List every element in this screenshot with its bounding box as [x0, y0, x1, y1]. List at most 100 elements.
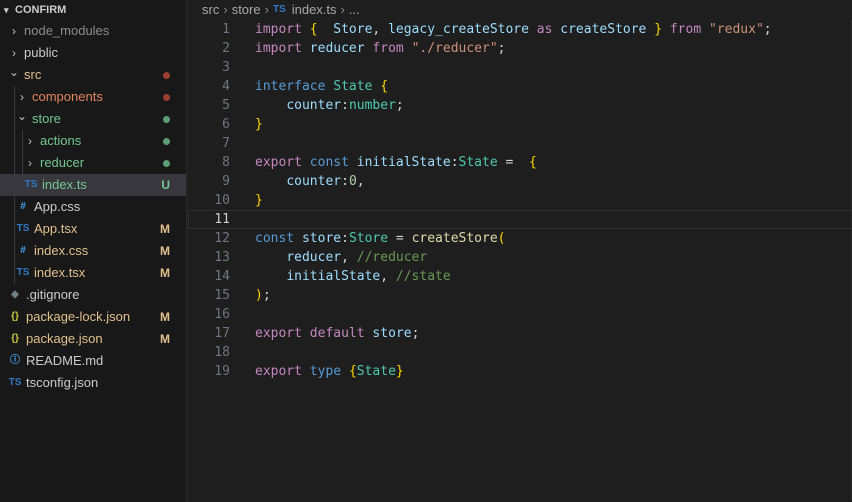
tree-file[interactable]: TS index.ts U	[0, 174, 186, 196]
code-token: legacy_createStore	[388, 22, 529, 37]
breadcrumb-src[interactable]: src	[202, 0, 219, 20]
chevron-down-icon: ▾	[4, 5, 9, 15]
code-line[interactable]: 7	[188, 134, 852, 153]
code-token: //state	[395, 269, 451, 284]
file-type-icon: #	[20, 201, 26, 212]
line-number: 18	[214, 345, 230, 360]
tree-item-label: README.md	[26, 353, 104, 368]
code-token: )	[255, 288, 263, 303]
code-token: :	[341, 174, 349, 189]
code-token: counter	[286, 174, 342, 189]
tree-folder[interactable]: › public	[0, 42, 186, 64]
code-line[interactable]: 13 reducer, //reducer	[188, 248, 852, 267]
git-status-badge: M	[160, 310, 170, 324]
tree-file[interactable]: TS tsconfig.json	[0, 372, 186, 394]
tree-folder[interactable]: ⌄ src	[0, 64, 186, 86]
code-line[interactable]: 14 initialState, //state	[188, 267, 852, 286]
code-token: =	[388, 231, 412, 246]
tree-folder[interactable]: › node_modules	[0, 20, 186, 42]
code-line[interactable]: 19 export type {State}	[188, 362, 852, 381]
code-token: ;	[395, 98, 404, 113]
tree-item-label: public	[24, 45, 58, 60]
code-line[interactable]: 4 interface State {	[188, 77, 852, 96]
code-line[interactable]: 3	[188, 58, 852, 77]
code-token: interface	[255, 79, 326, 94]
line-number: 7	[222, 136, 230, 151]
chevron-right-icon: ›	[223, 2, 228, 17]
tree-item-label: index.ts	[42, 177, 87, 192]
code-text: }	[255, 191, 263, 210]
code-token: ;	[497, 41, 506, 56]
tree-file[interactable]: # App.css	[0, 196, 186, 218]
breadcrumb-store[interactable]: store	[232, 0, 261, 20]
git-status-dot	[163, 138, 170, 145]
tree-file[interactable]: TS index.tsx M	[0, 262, 186, 284]
tree-file[interactable]: {} package-lock.json M	[0, 306, 186, 328]
tree-item-label: App.css	[34, 199, 81, 214]
vscode-window: ▾ CONFIRM › node_modules › public ⌄ src › compo…	[0, 0, 852, 502]
code-token: }	[654, 22, 663, 37]
code-line[interactable]: 9 counter:0,	[188, 172, 852, 191]
tree-file[interactable]: TS App.tsx M	[0, 218, 186, 240]
tree-file[interactable]: {} package.json M	[0, 328, 186, 350]
code-line[interactable]: 17 export default store;	[188, 324, 852, 343]
code-line[interactable]: 5 counter:number;	[188, 96, 852, 115]
line-number: 3	[222, 60, 230, 75]
code-token: }	[395, 364, 404, 379]
line-number: 14	[214, 269, 230, 284]
code-token: createStore	[411, 231, 498, 246]
code-token: {	[309, 22, 318, 37]
tree-item-label: reducer	[40, 155, 85, 170]
git-status-dot	[163, 116, 170, 123]
code-token: State	[458, 155, 498, 170]
line-number: 10	[214, 193, 230, 208]
code-editor[interactable]: 1 import { Store, legacy_createStore as c…	[188, 20, 852, 381]
tree-folder[interactable]: › reducer	[0, 152, 186, 174]
explorer-root-header[interactable]: ▾ CONFIRM	[0, 0, 186, 20]
code-token: :	[341, 231, 349, 246]
code-line[interactable]: 8 export const initialState:State = {	[188, 153, 852, 172]
tree-folder[interactable]: ⌄ store	[0, 108, 186, 130]
tree-file[interactable]: ⓘ README.md	[0, 350, 186, 372]
code-line[interactable]: 12 const store:Store = createStore(	[188, 229, 852, 248]
breadcrumb-file[interactable]: index.ts	[292, 0, 337, 20]
code-line[interactable]: 11	[188, 210, 852, 229]
code-token: "redux"	[709, 22, 764, 37]
tree-file[interactable]: # index.css M	[0, 240, 186, 262]
code-token: {	[380, 79, 389, 94]
code-token: reducer	[286, 250, 342, 265]
code-line[interactable]: 2 import reducer from "./reducer";	[188, 39, 852, 58]
code-line[interactable]: 1 import { Store, legacy_createStore as c…	[188, 20, 852, 39]
code-token: default	[309, 326, 365, 341]
code-token: 0	[348, 174, 357, 189]
file-type-icon: ⓘ	[10, 355, 20, 366]
breadcrumb-symbols[interactable]: ...	[349, 0, 360, 20]
file-type-icon: TS	[16, 267, 30, 278]
code-token: const	[309, 155, 349, 170]
code-token: ,	[380, 269, 396, 284]
tree-folder[interactable]: › actions	[0, 130, 186, 152]
code-token: Store	[333, 22, 373, 37]
git-status-badge: M	[160, 266, 170, 280]
code-token: from	[372, 41, 404, 56]
code-token: State	[356, 364, 396, 379]
file-type-icon: TS	[16, 223, 30, 234]
code-line[interactable]: 6}	[188, 115, 852, 134]
code-line[interactable]: 15);	[188, 286, 852, 305]
tree-file[interactable]: ◆ .gitignore	[0, 284, 186, 306]
code-token: (	[497, 231, 506, 246]
line-number: 17	[214, 326, 230, 341]
indent-guide	[14, 130, 15, 152]
code-line[interactable]: 10}	[188, 191, 852, 210]
code-line[interactable]: 16	[188, 305, 852, 324]
code-token: import	[255, 41, 302, 56]
tree-item-label: components	[32, 89, 103, 104]
code-token: from	[669, 22, 702, 37]
code-token: //reducer	[356, 250, 428, 265]
code-line[interactable]: 18	[188, 343, 852, 362]
